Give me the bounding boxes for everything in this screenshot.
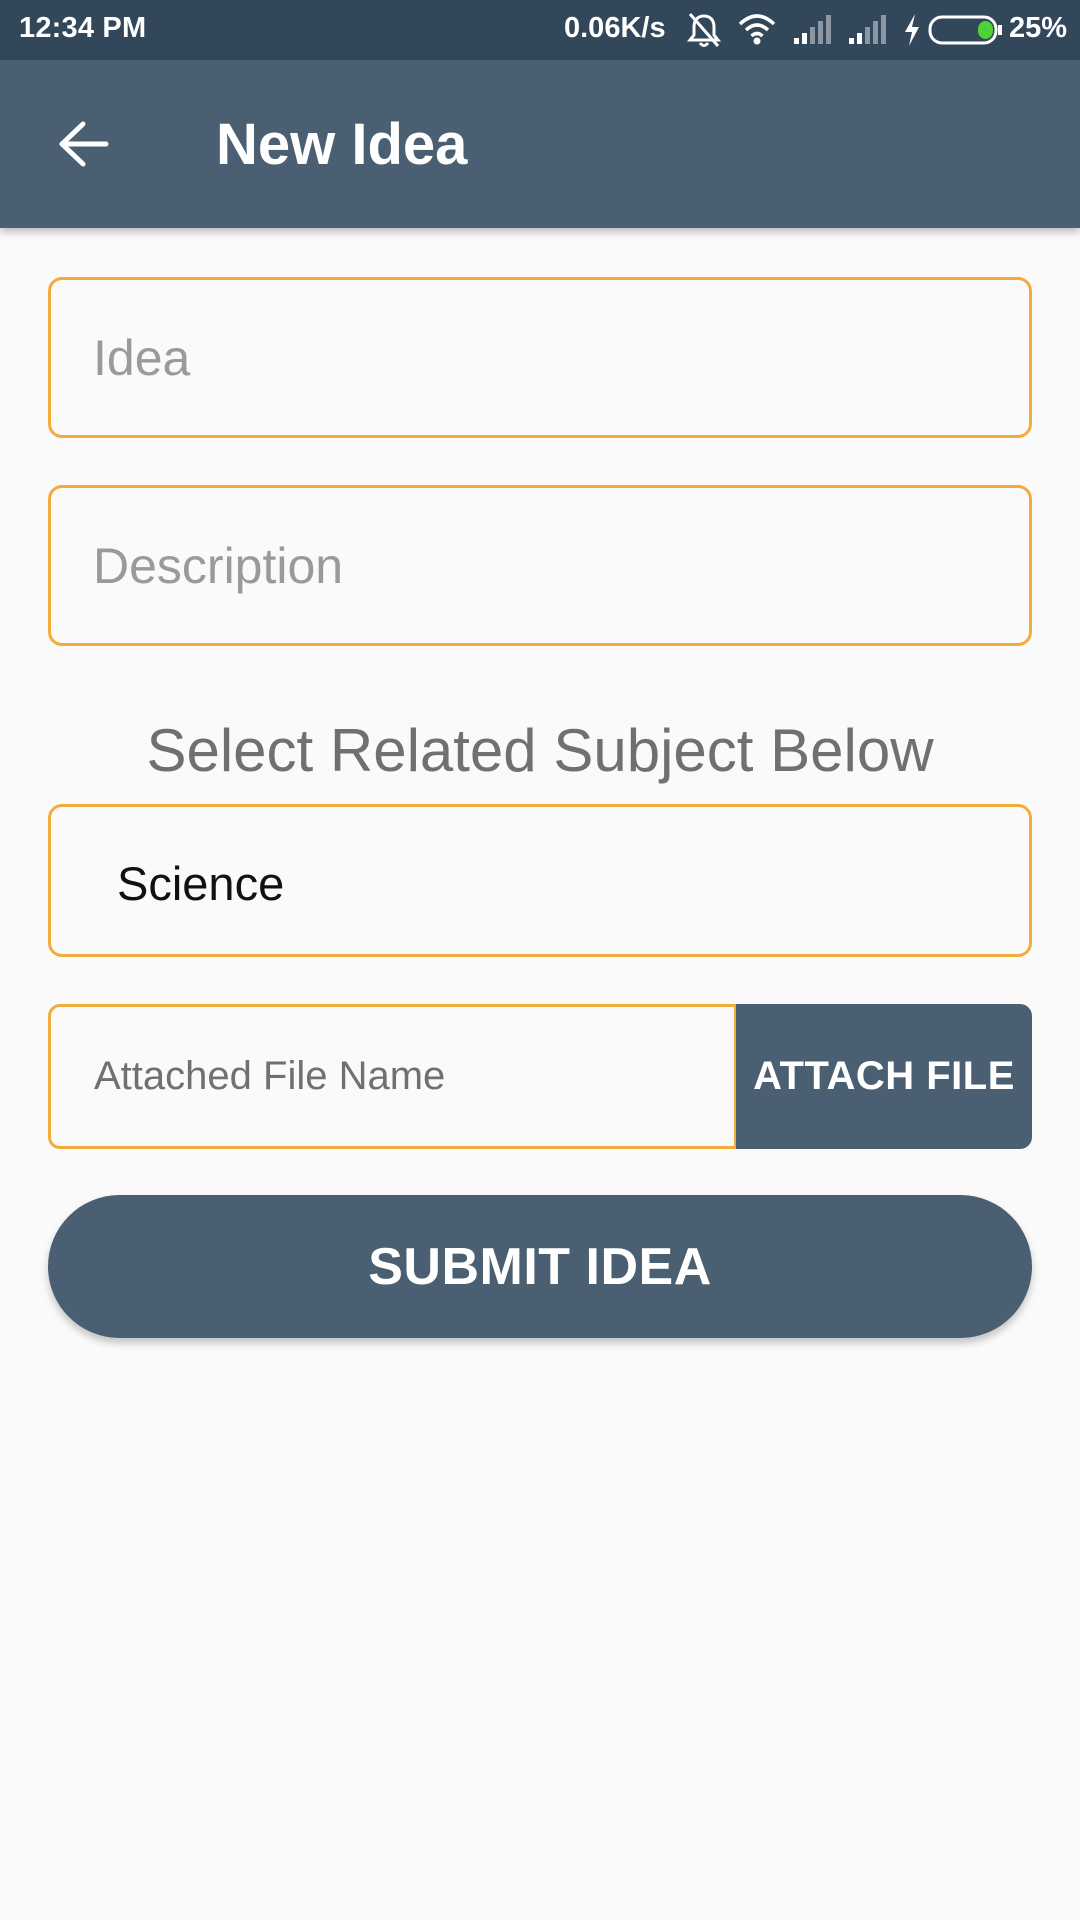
subject-heading: Select Related Subject Below xyxy=(146,717,934,784)
description-field-container xyxy=(48,485,1032,646)
attach-file-button[interactable]: ATTACH FILE xyxy=(736,1004,1032,1149)
battery-icon xyxy=(928,14,1004,54)
submit-idea-button[interactable]: SUBMIT IDEA xyxy=(48,1195,1032,1338)
status-time: 12:34 PM xyxy=(19,12,147,44)
subject-selected-value: Science xyxy=(117,857,285,910)
subject-dropdown[interactable]: Science xyxy=(48,804,1032,957)
back-arrow-icon xyxy=(58,120,110,173)
battery-percent: 25% xyxy=(1009,12,1068,44)
back-button[interactable] xyxy=(44,106,124,186)
page-title: New Idea xyxy=(216,112,468,177)
network-speed: 0.06K/s xyxy=(564,12,666,44)
attached-file-field xyxy=(48,1004,736,1149)
idea-input[interactable] xyxy=(51,280,1029,435)
app-bar: New Idea xyxy=(0,60,1080,228)
charging-icon xyxy=(900,10,924,50)
alarm-off-icon xyxy=(686,10,722,50)
signal-1-icon xyxy=(792,10,832,50)
idea-field-container xyxy=(48,277,1032,438)
attached-file-input[interactable] xyxy=(51,1007,734,1146)
status-bar: 12:34 PM 0.06K/s 25% xyxy=(0,0,1080,60)
description-input[interactable] xyxy=(51,488,1029,643)
signal-2-icon xyxy=(847,10,887,50)
wifi-icon xyxy=(737,10,777,50)
